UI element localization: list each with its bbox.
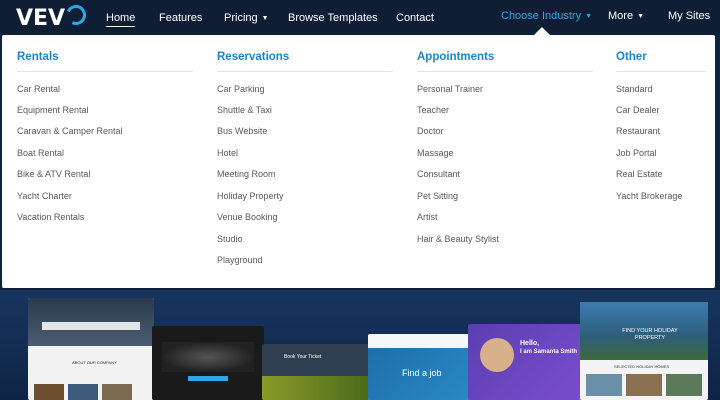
- menu-link[interactable]: Car Dealer: [616, 105, 660, 115]
- menu-link[interactable]: Restaurant: [616, 126, 660, 136]
- nav-home[interactable]: Home: [106, 11, 136, 27]
- menu-link[interactable]: Personal Trainer: [417, 84, 483, 94]
- template-preview-holiday-property: FIND YOUR HOLIDAY PROPERTY SELECTED HOLI…: [580, 302, 708, 400]
- preview-name-label: I am Samanta Smith: [520, 349, 578, 355]
- menu-link[interactable]: Vacation Rentals: [17, 212, 84, 222]
- nav-pricing[interactable]: Pricing ▼: [224, 11, 269, 26]
- menu-link[interactable]: Car Parking: [217, 84, 265, 94]
- menu-link[interactable]: Equipment Rental: [17, 105, 89, 115]
- menu-link[interactable]: Hotel: [217, 148, 238, 158]
- nav-browse-templates-label: Browse Templates: [288, 12, 378, 24]
- column-title: Reservations: [217, 51, 290, 63]
- menu-link[interactable]: Artist: [417, 212, 438, 222]
- nav-my-sites[interactable]: My Sites: [668, 9, 710, 23]
- template-preview-portfolio: Hello, I am Samanta Smith: [468, 324, 592, 400]
- logo-ring-icon: [63, 2, 89, 28]
- preview-thumbnail: [586, 374, 622, 396]
- menu-link[interactable]: Pet Sitting: [417, 191, 458, 201]
- menu-link[interactable]: Massage: [417, 148, 454, 158]
- menu-link[interactable]: Hair & Beauty Stylist: [417, 234, 499, 244]
- menu-link[interactable]: Job Portal: [616, 148, 657, 158]
- column-title: Other: [616, 51, 647, 63]
- preview-thumbnail: [102, 384, 132, 400]
- menu-link[interactable]: Car Rental: [17, 84, 60, 94]
- preview-thumbnail: [626, 374, 662, 396]
- column-divider: [17, 71, 193, 72]
- menu-link[interactable]: Real Estate: [616, 169, 663, 179]
- menu-link[interactable]: Yacht Charter: [17, 191, 72, 201]
- nav-contact-label: Contact: [396, 12, 434, 24]
- menu-link[interactable]: Boat Rental: [17, 148, 64, 158]
- preview-find-job-label: Find a job: [402, 368, 442, 378]
- menu-link[interactable]: Consultant: [417, 169, 460, 179]
- menu-link[interactable]: Teacher: [417, 105, 449, 115]
- avatar: [480, 338, 514, 372]
- menu-link[interactable]: Yacht Brokerage: [616, 191, 682, 201]
- menu-link[interactable]: Holiday Property: [217, 191, 284, 201]
- nav-features-label: Features: [159, 12, 203, 24]
- nav-browse-templates[interactable]: Browse Templates: [288, 11, 378, 25]
- menu-link[interactable]: Doctor: [417, 126, 444, 136]
- menu-link[interactable]: Caravan & Camper Rental: [17, 126, 123, 136]
- preview-about-label: ABOUT OUR COMPANY: [72, 360, 117, 365]
- preview-thumbnail: [666, 374, 702, 396]
- preview-search-bar: [42, 322, 140, 330]
- menu-link[interactable]: Playground: [217, 255, 263, 265]
- template-preview-car-rental: ABOUT OUR COMPANY: [28, 298, 154, 400]
- menu-link[interactable]: Venue Booking: [217, 212, 278, 222]
- preview-car-image: [162, 342, 254, 372]
- preview-button: [188, 376, 228, 381]
- column-divider: [616, 71, 706, 72]
- preview-thumbnail: [34, 384, 64, 400]
- nav-contact[interactable]: Contact: [396, 11, 434, 25]
- preview-selected-label: SELECTED HOLIDAY HOMES: [614, 364, 670, 369]
- nav-more-label: More: [608, 10, 634, 22]
- nav-pricing-label: Pricing: [224, 12, 258, 24]
- menu-link[interactable]: Bike & ATV Rental: [17, 169, 90, 179]
- nav-more[interactable]: More ▼: [608, 9, 644, 24]
- nav-home-label: Home: [106, 12, 136, 27]
- preview-bus-image: [262, 376, 370, 400]
- nav-choose-industry-label: Choose Industry: [501, 10, 582, 22]
- chevron-down-icon: ▼: [585, 13, 593, 20]
- nav-my-sites-label: My Sites: [668, 10, 711, 22]
- preview-book-label: Book Your Ticket: [284, 354, 322, 360]
- menu-link[interactable]: Standard: [616, 84, 653, 94]
- template-preview-car-dealer: [152, 326, 264, 400]
- nav-features[interactable]: Features: [159, 11, 202, 25]
- menu-link[interactable]: Bus Website: [217, 126, 267, 136]
- nav-choose-industry[interactable]: Choose Industry ▼: [501, 9, 592, 24]
- chevron-down-icon: ▼: [637, 13, 644, 20]
- column-divider: [217, 71, 393, 72]
- logo-text: VEV: [16, 6, 66, 31]
- preview-thumbnail: [68, 384, 98, 400]
- template-preview-job-portal: Find a job: [368, 334, 480, 400]
- menu-link[interactable]: Shuttle & Taxi: [217, 105, 272, 115]
- chevron-down-icon: ▼: [261, 15, 269, 22]
- dropdown-pointer: [534, 27, 550, 35]
- column-title: Appointments: [417, 51, 495, 63]
- top-navbar: VEV Home Features Pricing ▼ Browse Templa…: [0, 0, 720, 34]
- column-title: Rentals: [17, 51, 59, 63]
- hero-template-previews: ABOUT OUR COMPANY Book Your Ticket Find …: [0, 290, 720, 400]
- industry-dropdown: Rentals Car Rental Equipment Rental Cara…: [2, 35, 715, 288]
- menu-link[interactable]: Meeting Room: [217, 169, 276, 179]
- column-divider: [417, 71, 593, 72]
- template-preview-shuttle: Book Your Ticket: [262, 344, 370, 400]
- preview-holiday-label: FIND YOUR HOLIDAY PROPERTY: [622, 328, 678, 341]
- menu-link[interactable]: Studio: [217, 234, 243, 244]
- vevs-logo[interactable]: VEV: [16, 2, 89, 31]
- preview-hello-label: Hello,: [520, 340, 540, 347]
